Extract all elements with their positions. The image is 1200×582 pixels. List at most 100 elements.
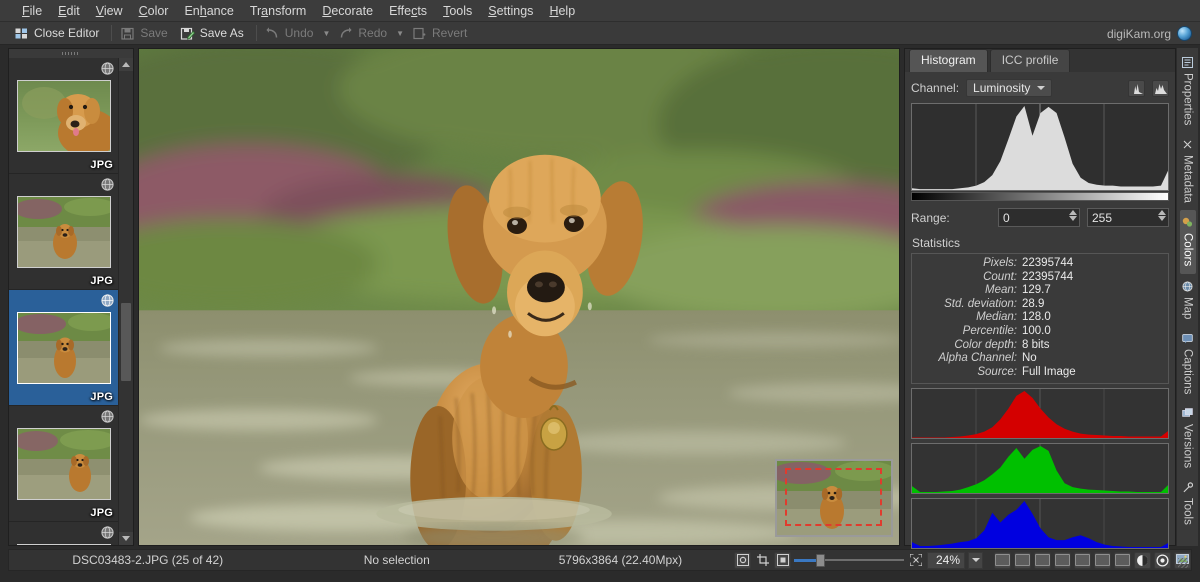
menu-item-color[interactable]: Color bbox=[131, 2, 177, 20]
zoom-slider-handle[interactable] bbox=[816, 554, 825, 567]
menu-item-transform[interactable]: Transform bbox=[242, 2, 315, 20]
revert-button[interactable]: Revert bbox=[408, 24, 475, 43]
spin-down-icon[interactable] bbox=[1158, 216, 1166, 221]
menu-item-enhance[interactable]: Enhance bbox=[176, 2, 241, 20]
zoom-slider[interactable] bbox=[794, 553, 904, 568]
redo-label: Redo bbox=[358, 26, 387, 40]
over-exposure-button[interactable] bbox=[1014, 552, 1031, 569]
minimap-viewport-rect[interactable] bbox=[785, 468, 882, 526]
image-preview-icon bbox=[1015, 554, 1030, 566]
list-item[interactable]: JPG bbox=[9, 174, 119, 290]
stat-value: 8 bits bbox=[1022, 339, 1050, 353]
preview-split-vertical-button[interactable] bbox=[1114, 552, 1131, 569]
stat-value: 100.0 bbox=[1022, 325, 1051, 339]
linear-scale-button[interactable] bbox=[1128, 80, 1145, 97]
blue-channel-histogram[interactable] bbox=[911, 498, 1169, 549]
sidebar-item-colors[interactable]: Colors bbox=[1180, 210, 1196, 273]
zoom-100-button[interactable] bbox=[774, 552, 791, 569]
thumbnail-bar: JPG bbox=[8, 48, 134, 546]
undo-button[interactable]: Undo bbox=[261, 24, 322, 43]
scrollbar-handle[interactable] bbox=[121, 303, 131, 381]
status-bar: DSC03483-2.JPG (25 of 42) No selection 5… bbox=[8, 549, 1192, 571]
sidebar-item-label: Properties bbox=[1182, 73, 1194, 125]
fit-to-window-button[interactable] bbox=[734, 552, 751, 569]
toolbar-separator bbox=[111, 25, 112, 41]
thumbbar-drag-handle[interactable] bbox=[9, 49, 133, 58]
spin-up-icon[interactable] bbox=[1069, 210, 1077, 215]
redo-dropdown-arrow[interactable]: ▼ bbox=[396, 29, 404, 38]
channel-select[interactable]: Luminosity bbox=[966, 79, 1052, 97]
thumbnail-list[interactable]: JPG bbox=[9, 58, 119, 545]
scroll-down-button[interactable] bbox=[119, 532, 133, 545]
menu-item-view[interactable]: View bbox=[88, 2, 131, 20]
undo-dropdown-arrow[interactable]: ▼ bbox=[322, 29, 330, 38]
menu-item-file[interactable]: File bbox=[14, 2, 50, 20]
luminosity-histogram[interactable] bbox=[911, 103, 1169, 191]
stat-value: No bbox=[1022, 352, 1037, 366]
preview-original-button[interactable] bbox=[1034, 552, 1051, 569]
range-max-input[interactable]: 255 bbox=[1087, 208, 1169, 227]
list-item[interactable]: JPG bbox=[9, 58, 119, 174]
highlight-shadows-button[interactable] bbox=[1134, 552, 1151, 569]
preview-split-horizontal-button[interactable] bbox=[1094, 552, 1111, 569]
actual-size-icon bbox=[777, 554, 789, 566]
fit-to-selection-button[interactable] bbox=[754, 552, 771, 569]
stat-key: Alpha Channel: bbox=[918, 352, 1022, 366]
expand-arrows-icon bbox=[910, 554, 922, 566]
sidebar-item-label: Tools bbox=[1182, 498, 1194, 525]
red-channel-histogram[interactable] bbox=[911, 388, 1169, 439]
save-as-button[interactable]: Save As bbox=[176, 24, 252, 43]
save-button[interactable]: Save bbox=[116, 24, 175, 43]
digikam-editor-window: File Edit View Color Enhance Transform D… bbox=[0, 0, 1200, 582]
highlight-highlights-button[interactable] bbox=[1154, 552, 1171, 569]
list-item[interactable]: JPG bbox=[9, 522, 119, 546]
menu-item-settings[interactable]: Settings bbox=[480, 2, 541, 20]
window-resize-grip[interactable] bbox=[1178, 558, 1188, 568]
under-exposure-button[interactable] bbox=[994, 552, 1011, 569]
zoom-level-dropdown[interactable] bbox=[968, 552, 983, 569]
stat-key: Count: bbox=[918, 271, 1022, 285]
menu-item-edit[interactable]: Edit bbox=[50, 2, 88, 20]
spin-up-icon[interactable] bbox=[1158, 210, 1166, 215]
tab-histogram[interactable]: Histogram bbox=[909, 49, 988, 72]
statistics-row: Source:Full Image bbox=[918, 366, 1162, 380]
zoom-fit-button[interactable] bbox=[907, 552, 924, 569]
statistics-box: Pixels:22395744 Count:22395744 Mean:129.… bbox=[911, 253, 1169, 384]
range-max-spinner[interactable] bbox=[1158, 210, 1166, 221]
sidebar-item-label: Metadata bbox=[1182, 155, 1194, 203]
list-item-selected[interactable]: JPG bbox=[9, 290, 119, 406]
zoom-level-value[interactable]: 24% bbox=[927, 552, 965, 569]
log-scale-button[interactable] bbox=[1152, 80, 1169, 97]
spin-down-icon[interactable] bbox=[1069, 216, 1077, 221]
tools-icon bbox=[1182, 482, 1194, 493]
list-item-label: JPG bbox=[90, 159, 113, 171]
menu-item-help[interactable]: Help bbox=[541, 2, 583, 20]
thumbnail-scrollbar[interactable] bbox=[118, 58, 133, 545]
redo-button[interactable]: Redo bbox=[334, 24, 395, 43]
navigation-minimap[interactable] bbox=[775, 459, 893, 537]
sidebar-item-map[interactable]: Map bbox=[1180, 274, 1196, 326]
menu-item-decorate[interactable]: Decorate bbox=[314, 2, 381, 20]
stat-key: Percentile: bbox=[918, 325, 1022, 339]
image-canvas[interactable] bbox=[138, 48, 900, 546]
sidebar-item-captions[interactable]: Captions bbox=[1180, 326, 1196, 401]
save-label: Save bbox=[140, 26, 167, 40]
close-editor-button[interactable]: Close Editor bbox=[10, 24, 107, 43]
channel-label: Channel: bbox=[911, 81, 959, 95]
sidebar-item-properties[interactable]: Properties bbox=[1180, 50, 1196, 132]
list-item[interactable]: JPG bbox=[9, 406, 119, 522]
sidebar-item-metadata[interactable]: Metadata bbox=[1180, 132, 1196, 210]
sidebar-item-tools[interactable]: Tools bbox=[1180, 475, 1196, 532]
menu-item-tools[interactable]: Tools bbox=[435, 2, 480, 20]
captions-icon bbox=[1182, 333, 1194, 344]
menu-item-effects[interactable]: Effects bbox=[381, 2, 435, 20]
preview-split-button[interactable] bbox=[1074, 552, 1091, 569]
range-min-input[interactable]: 0 bbox=[998, 208, 1080, 227]
undo-icon bbox=[265, 26, 280, 41]
green-channel-histogram[interactable] bbox=[911, 443, 1169, 494]
range-min-spinner[interactable] bbox=[1069, 210, 1077, 221]
tab-icc-profile[interactable]: ICC profile bbox=[990, 49, 1071, 72]
sidebar-item-versions[interactable]: Versions bbox=[1180, 401, 1196, 475]
preview-target-button[interactable] bbox=[1054, 552, 1071, 569]
scroll-up-button[interactable] bbox=[119, 58, 133, 71]
